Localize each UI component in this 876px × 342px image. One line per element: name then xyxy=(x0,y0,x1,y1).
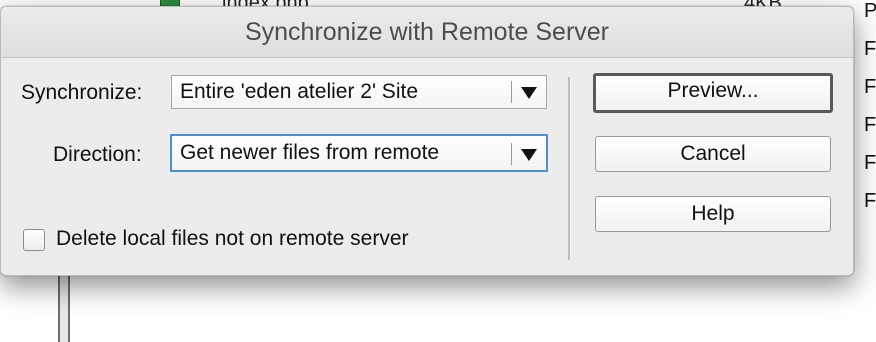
select-divider xyxy=(511,81,512,103)
delete-local-files-checkbox[interactable] xyxy=(23,229,45,251)
direction-select[interactable]: Get newer files from remote xyxy=(170,134,548,172)
background-right-item: Fo xyxy=(864,152,876,174)
triangle-down-icon xyxy=(521,87,537,99)
synchronize-select-value: Entire 'eden atelier 2' Site xyxy=(180,80,418,103)
preview-button[interactable]: Preview... xyxy=(593,73,833,113)
cancel-button[interactable]: Cancel xyxy=(595,136,831,172)
direction-select-value: Get newer files from remote xyxy=(180,141,440,164)
screen: index.php 4KB P Fo Fo Fo Fo Fo Synchroni… xyxy=(0,0,876,342)
synchronize-dialog: Synchronize with Remote Server Synchroni… xyxy=(0,6,854,276)
background-right-item: Fo xyxy=(864,76,876,98)
synchronize-label: Synchronize: xyxy=(21,81,143,104)
background-right-item: P xyxy=(864,0,876,22)
background-right-item: Fo xyxy=(864,38,876,60)
delete-local-files-label[interactable]: Delete local files not on remote server xyxy=(56,227,409,251)
background-right-item: Fo xyxy=(864,190,876,212)
background-right-item: Fo xyxy=(864,114,876,136)
help-button[interactable]: Help xyxy=(595,196,831,232)
dialog-title: Synchronize with Remote Server xyxy=(1,7,853,58)
direction-label: Direction: xyxy=(53,143,142,166)
select-divider xyxy=(511,143,512,165)
vertical-divider xyxy=(568,77,571,260)
synchronize-select[interactable]: Entire 'eden atelier 2' Site xyxy=(171,75,547,109)
triangle-down-icon xyxy=(521,149,537,161)
